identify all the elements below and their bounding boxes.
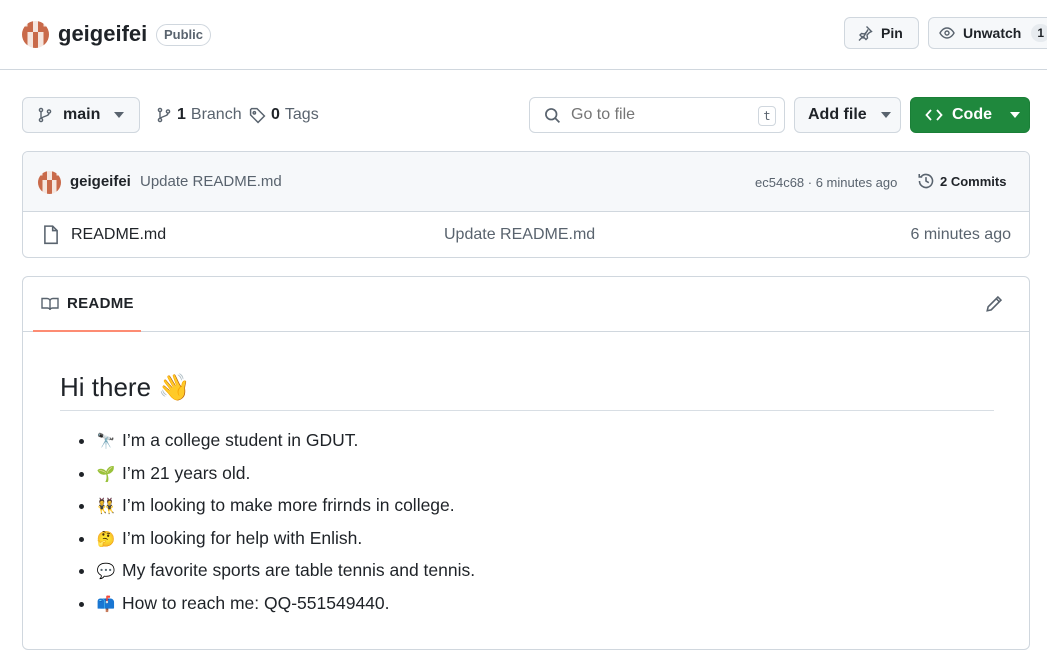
speech-bubble-icon: 💬 bbox=[96, 563, 116, 581]
telescope-icon: 🔭 bbox=[96, 433, 116, 450]
file-name[interactable]: README.md bbox=[71, 226, 166, 244]
git-branch-icon bbox=[157, 107, 171, 123]
file-time: 6 minutes ago bbox=[910, 226, 1011, 243]
repo-header: geigeifei Public Pin Unwatch 1 bbox=[0, 0, 1047, 70]
eye-icon bbox=[939, 27, 955, 39]
pin-button[interactable]: Pin bbox=[844, 17, 919, 49]
chevron-down-icon bbox=[114, 112, 125, 118]
branches-label: Branch bbox=[190, 106, 242, 123]
commit-meta[interactable]: ec54c68 · 6 minutes ago bbox=[755, 175, 897, 190]
list-item-text: I’m looking to make more frirnds in coll… bbox=[122, 495, 455, 516]
code-button[interactable]: Code bbox=[910, 97, 1030, 133]
readme-content: Hi there 👋 🔭 I’m a college student in GDU… bbox=[60, 332, 994, 621]
list-item-text: I’m 21 years old. bbox=[122, 462, 251, 483]
unwatch-button[interactable]: Unwatch 1 bbox=[928, 17, 1047, 49]
code-icon bbox=[925, 109, 943, 121]
repo-owner-avatar[interactable] bbox=[22, 21, 49, 48]
list-item: 🔭 I’m a college student in GDUT. bbox=[96, 425, 994, 458]
tags-count: 0 bbox=[271, 106, 280, 123]
tags-link[interactable]: 0 Tags bbox=[249, 105, 319, 125]
file-table: geigeifei Update README.md ec54c68 · 6 m… bbox=[22, 151, 1030, 258]
table-row[interactable]: README.md Update README.md 6 minutes ago bbox=[23, 212, 1029, 257]
branches-count: 1 bbox=[177, 106, 186, 123]
readme-heading: Hi there 👋 bbox=[60, 332, 994, 411]
latest-commit-row: geigeifei Update README.md ec54c68 · 6 m… bbox=[23, 152, 1029, 212]
go-to-file-box[interactable]: t bbox=[529, 97, 785, 133]
visibility-badge: Public bbox=[156, 24, 212, 46]
readme-list: 🔭 I’m a college student in GDUT. 🌱 I’m 21 … bbox=[60, 425, 994, 621]
commit-message[interactable]: Update README.md bbox=[140, 173, 282, 190]
pencil-icon[interactable] bbox=[985, 295, 1003, 313]
tag-icon bbox=[249, 107, 266, 123]
list-item-text: I’m a college student in GDUT. bbox=[122, 430, 359, 450]
list-item: 🤔 I’m looking for help with Enlish. bbox=[96, 523, 994, 556]
branches-link[interactable]: 1 Branch bbox=[156, 105, 242, 125]
readme-panel: README Hi there 👋 🔭 I’m a college student… bbox=[22, 276, 1030, 650]
watch-count: 1 bbox=[1031, 24, 1047, 42]
commits-link[interactable]: 2 Commits bbox=[917, 172, 1006, 190]
search-icon bbox=[545, 107, 561, 123]
branch-name: main bbox=[63, 106, 101, 123]
add-file-button[interactable]: Add file bbox=[794, 97, 901, 133]
thinking-face-icon: 🤔 bbox=[96, 530, 116, 548]
readme-tabbar: README bbox=[23, 277, 1029, 332]
file-commit-message[interactable]: Update README.md bbox=[444, 226, 595, 244]
git-branch-icon bbox=[38, 107, 52, 123]
readme-tab-label: README bbox=[67, 295, 134, 312]
list-item: 💬 My favorite sports are table tennis and… bbox=[96, 555, 994, 588]
chevron-down-icon bbox=[1010, 112, 1020, 118]
list-item-text: I’m looking for help with Enlish. bbox=[122, 527, 363, 548]
tags-label: Tags bbox=[284, 106, 319, 123]
list-item: 🌱 I’m 21 years old. bbox=[96, 458, 994, 491]
shortcut-hint: t bbox=[758, 106, 776, 126]
unwatch-label: Unwatch bbox=[963, 25, 1022, 41]
pin-icon bbox=[858, 26, 873, 41]
history-icon bbox=[918, 173, 934, 189]
repo-name[interactable]: geigeifei bbox=[58, 21, 147, 47]
file-icon bbox=[44, 225, 58, 245]
code-label: Code bbox=[952, 106, 992, 123]
seedling-icon: 🌱 bbox=[96, 465, 116, 483]
mailbox-icon: 📫 bbox=[96, 595, 116, 613]
repo-page: geigeifei Public Pin Unwatch 1 main 1 Br… bbox=[0, 0, 1047, 653]
dancers-icon: 👯 bbox=[96, 498, 116, 516]
chevron-down-icon bbox=[880, 112, 891, 118]
commit-author-avatar[interactable] bbox=[38, 171, 61, 194]
list-item-text: How to reach me: QQ-551549440. bbox=[122, 592, 390, 613]
list-item: 👯 I’m looking to make more frirnds in col… bbox=[96, 490, 994, 523]
add-file-label: Add file bbox=[808, 106, 867, 123]
tab-readme[interactable]: README bbox=[33, 277, 141, 332]
pin-label: Pin bbox=[881, 25, 903, 41]
list-item: 📫 How to reach me: QQ-551549440. bbox=[96, 588, 994, 621]
go-to-file-input[interactable] bbox=[569, 105, 739, 125]
commit-author[interactable]: geigeifei bbox=[70, 173, 131, 190]
commits-label: 2 Commits bbox=[940, 173, 1007, 189]
branch-selector[interactable]: main bbox=[22, 97, 140, 133]
book-icon bbox=[41, 297, 59, 310]
list-item-text: My favorite sports are table tennis and … bbox=[122, 560, 476, 581]
